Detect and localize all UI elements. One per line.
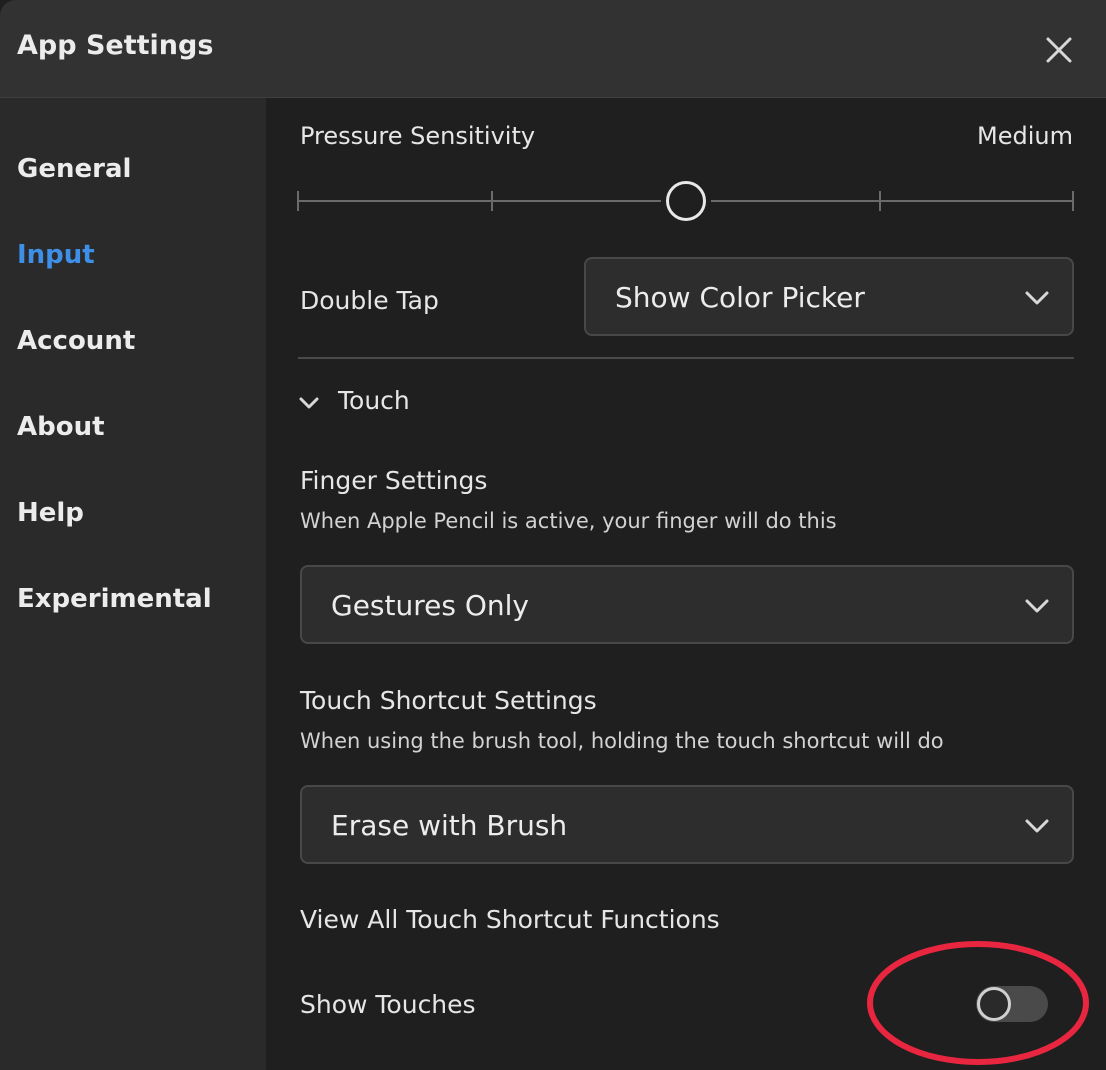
sidebar-item-general[interactable]: General (17, 154, 131, 184)
chevron-down-icon (1025, 291, 1049, 305)
show-touches-toggle[interactable] (976, 986, 1048, 1022)
touch-shortcut-dropdown[interactable]: Erase with Brush (300, 785, 1074, 864)
slider-tick (491, 191, 493, 211)
touch-shortcut-selected: Erase with Brush (331, 809, 568, 842)
sidebar-item-help[interactable]: Help (17, 498, 84, 528)
double-tap-selected: Show Color Picker (615, 281, 865, 314)
touch-section-label: Touch (338, 386, 410, 415)
slider-tick (297, 191, 299, 211)
chevron-down-icon (1025, 599, 1049, 613)
pressure-slider-handle[interactable] (666, 181, 706, 221)
app-settings-window: App Settings General Input Account About… (0, 0, 1106, 1070)
finger-settings-label: Finger Settings (300, 466, 488, 495)
touch-section-toggle[interactable]: Touch (298, 386, 498, 420)
sidebar-item-account[interactable]: Account (17, 326, 135, 356)
toggle-knob (977, 987, 1011, 1021)
window-title: App Settings (17, 30, 214, 61)
chevron-down-icon (1025, 819, 1049, 833)
double-tap-dropdown[interactable]: Show Color Picker (584, 257, 1074, 336)
sidebar-item-input[interactable]: Input (17, 240, 95, 270)
double-tap-label: Double Tap (300, 286, 439, 315)
show-touches-label: Show Touches (300, 990, 476, 1019)
sidebar-item-about[interactable]: About (17, 412, 105, 442)
view-all-touch-shortcuts-link[interactable]: View All Touch Shortcut Functions (300, 905, 720, 934)
finger-settings-dropdown[interactable]: Gestures Only (300, 565, 1074, 644)
pressure-sensitivity-label: Pressure Sensitivity (300, 122, 536, 150)
touch-shortcut-settings-label: Touch Shortcut Settings (300, 686, 597, 715)
pressure-sensitivity-value: Medium (977, 122, 1073, 150)
chevron-down-icon (299, 397, 319, 409)
title-bar: App Settings (0, 0, 1106, 98)
slider-tick (879, 191, 881, 211)
slider-tick (1072, 191, 1074, 211)
sidebar: General Input Account About Help Experim… (0, 98, 266, 1070)
section-divider (298, 357, 1074, 359)
sidebar-item-experimental[interactable]: Experimental (17, 584, 212, 614)
finger-settings-description: When Apple Pencil is active, your finger… (300, 509, 837, 533)
touch-shortcut-description: When using the brush tool, holding the t… (300, 729, 944, 753)
finger-settings-selected: Gestures Only (331, 589, 529, 622)
close-icon[interactable] (1040, 31, 1078, 69)
